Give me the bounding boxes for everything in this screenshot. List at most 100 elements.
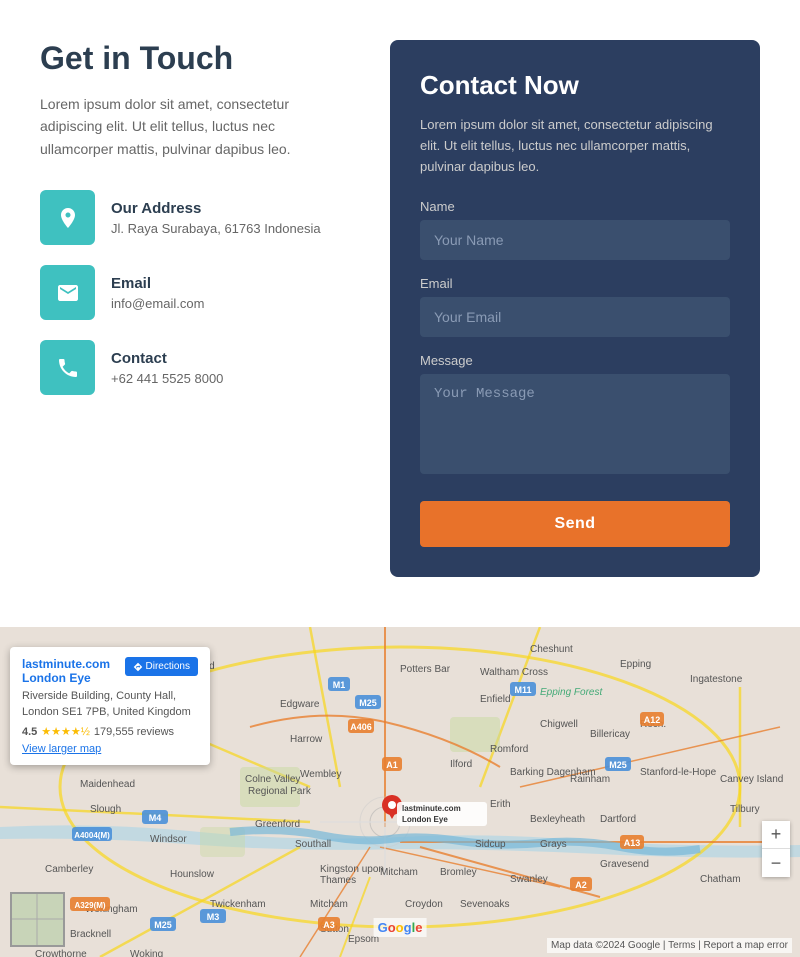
map-popup: lastminute.com London Eye Directions Riv… [10,647,210,765]
email-icon [56,281,80,305]
svg-text:Chatham: Chatham [700,874,741,885]
directions-button[interactable]: Directions [125,657,198,676]
svg-text:Epping: Epping [620,659,651,670]
email-info: Email info@email.com [111,275,204,311]
email-form-label: Email [420,276,730,291]
svg-text:Camberley: Camberley [45,864,93,875]
svg-text:M25: M25 [609,760,627,770]
svg-text:Ingatestone: Ingatestone [690,674,743,685]
message-label: Message [420,353,730,368]
email-field-group: Email [420,276,730,337]
svg-text:Enfield: Enfield [480,694,511,705]
zoom-controls: + − [762,821,790,877]
svg-text:Epping Forest: Epping Forest [540,687,603,698]
svg-text:Tilbury: Tilbury [730,804,760,815]
svg-text:M25: M25 [154,920,172,930]
svg-text:Ilford: Ilford [450,759,472,770]
name-input[interactable] [420,220,730,260]
send-button[interactable]: Send [420,501,730,547]
svg-text:Edgware: Edgware [280,699,320,710]
message-field-group: Message [420,353,730,479]
svg-text:Billericay: Billericay [590,729,630,740]
mini-map-svg [12,894,63,945]
svg-text:A4004(M): A4004(M) [74,831,110,840]
contact-info: Contact +62 441 5525 8000 [111,350,223,386]
form-description: Lorem ipsum dolor sit amet, consectetur … [420,115,730,177]
svg-text:Kingston upon: Kingston upon [320,864,384,875]
email-input[interactable] [420,297,730,337]
svg-text:Romford: Romford [490,744,528,755]
svg-text:Woking: Woking [130,949,163,957]
svg-text:M4: M4 [149,813,162,823]
google-logo: Google [374,918,427,937]
map-section: Cheshunt Epping Ingatestone Waltham Cros… [0,627,800,957]
svg-text:Swanley: Swanley [510,874,548,885]
svg-text:Mitcham: Mitcham [380,867,418,878]
address-label: Our Address [111,200,321,217]
zoom-in-button[interactable]: + [762,821,790,849]
mini-map-thumbnail [10,892,65,947]
svg-text:Wembley: Wembley [300,769,342,780]
svg-text:Sidcup: Sidcup [475,839,506,850]
svg-text:London Eye: London Eye [402,815,448,824]
svg-text:A2: A2 [575,880,587,890]
address-value: Jl. Raya Surabaya, 61763 Indonesia [111,221,321,236]
address-info: Our Address Jl. Raya Surabaya, 61763 Ind… [111,200,321,236]
contact-item: Contact +62 441 5525 8000 [40,340,350,395]
svg-text:Chigwell: Chigwell [540,719,578,730]
name-label: Name [420,199,730,214]
svg-text:A1: A1 [386,760,398,770]
svg-text:A3: A3 [323,920,335,930]
svg-text:A12: A12 [644,715,661,725]
left-column: Get in Touch Lorem ipsum dolor sit amet,… [40,40,350,577]
svg-text:Dartford: Dartford [600,814,636,825]
phone-icon [56,356,80,380]
contact-value: +62 441 5525 8000 [111,371,223,386]
svg-text:Twickenham: Twickenham [210,899,266,910]
svg-text:M3: M3 [207,912,220,922]
email-item: Email info@email.com [40,265,350,320]
map-popup-rating: 4.5 ★★★★½ 179,555 reviews [22,725,198,738]
directions-icon [133,662,143,672]
svg-text:Rainham: Rainham [570,774,610,785]
svg-text:Potters Bar: Potters Bar [400,664,451,675]
map-attribution: Map data ©2024 Google | Terms | Report a… [547,938,792,953]
svg-text:Crowthorne: Crowthorne [35,949,87,957]
map-popup-title: lastminute.com London Eye [22,657,125,685]
name-field-group: Name [420,199,730,260]
page-heading: Get in Touch [40,40,350,77]
zoom-out-button[interactable]: − [762,849,790,877]
contact-items: Our Address Jl. Raya Surabaya, 61763 Ind… [40,190,350,395]
svg-text:Mitcham: Mitcham [310,899,348,910]
rating-score: 4.5 [22,726,37,738]
svg-text:Canvey Island: Canvey Island [720,774,783,785]
svg-text:Croydon: Croydon [405,899,443,910]
svg-text:Stanford-le-Hope: Stanford-le-Hope [640,767,717,778]
view-larger-map-link[interactable]: View larger map [22,743,198,755]
rating-stars: ★★★★½ [41,725,90,738]
map-popup-address: Riverside Building, County Hall,London S… [22,689,198,720]
location-pin-icon [56,206,80,230]
svg-text:A406: A406 [350,722,372,732]
svg-text:Maidenhead: Maidenhead [80,779,135,790]
svg-text:Greenford: Greenford [255,819,300,830]
form-heading: Contact Now [420,70,730,101]
email-label: Email [111,275,204,292]
svg-text:A329(M): A329(M) [74,901,105,910]
phone-icon-box [40,340,95,395]
svg-text:A13: A13 [624,838,641,848]
svg-text:Southall: Southall [295,839,331,850]
contact-form-panel: Contact Now Lorem ipsum dolor sit amet, … [390,40,760,577]
svg-text:Windsor: Windsor [150,834,187,845]
svg-text:Thames: Thames [320,875,356,886]
email-icon-box [40,265,95,320]
left-description: Lorem ipsum dolor sit amet, consectetur … [40,93,350,160]
svg-text:Cheshunt: Cheshunt [530,644,573,655]
svg-text:Slough: Slough [90,804,121,815]
svg-text:Bromley: Bromley [440,867,477,878]
top-section: Get in Touch Lorem ipsum dolor sit amet,… [0,0,800,627]
message-input[interactable] [420,374,730,474]
svg-text:Sevenoaks: Sevenoaks [460,899,509,910]
svg-text:Waltham Cross: Waltham Cross [480,667,548,678]
svg-text:M25: M25 [359,698,377,708]
